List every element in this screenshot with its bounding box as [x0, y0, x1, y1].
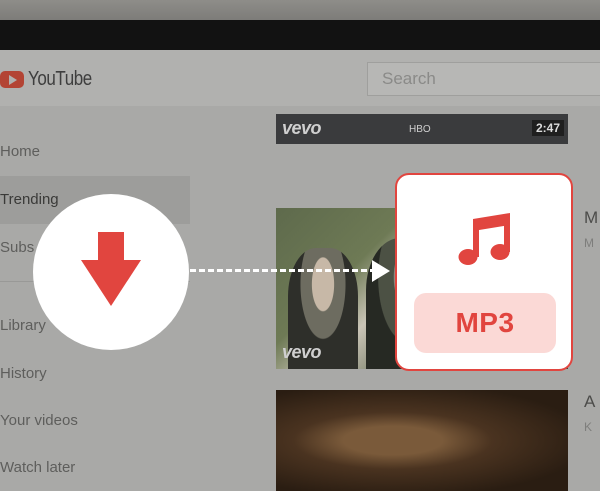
youtube-logo[interactable]: YouTube	[0, 68, 103, 90]
vevo-logo: vevo	[282, 118, 322, 138]
sidebar-item-history[interactable]: History	[0, 350, 190, 398]
download-button[interactable]	[33, 194, 189, 350]
youtube-logo-text: YouTube	[28, 67, 92, 90]
video-channel: M	[584, 236, 594, 250]
download-arrow-icon	[98, 232, 124, 262]
music-note-icon	[458, 213, 510, 265]
mp3-card: MP3	[395, 173, 573, 371]
video-thumbnail-3[interactable]	[276, 390, 568, 491]
sidebar-item-your-videos[interactable]: Your videos	[0, 397, 190, 445]
sidebar-item-watch-later[interactable]: Watch later	[0, 444, 190, 491]
youtube-header: YouTube	[0, 50, 600, 106]
search-input[interactable]	[368, 63, 584, 95]
youtube-play-icon	[0, 70, 24, 88]
search-box[interactable]	[367, 62, 600, 96]
monitor-bezel	[0, 20, 600, 50]
video-thumbnail-1[interactable]: vevo HBO 2:47	[276, 114, 568, 144]
arrow-right-icon	[372, 260, 390, 282]
thumbnail-tag: HBO	[409, 124, 431, 135]
video-duration: 2:47	[531, 120, 564, 136]
background-top	[0, 0, 600, 20]
mp3-label: MP3	[414, 293, 556, 353]
video-title[interactable]: M	[584, 208, 598, 228]
dashed-connector	[190, 269, 376, 272]
sidebar-item-home[interactable]: Home	[0, 128, 190, 176]
video-channel: K	[584, 420, 593, 434]
vevo-logo: vevo	[282, 342, 322, 362]
download-arrow-icon	[81, 260, 141, 306]
video-title[interactable]: A	[584, 392, 595, 412]
